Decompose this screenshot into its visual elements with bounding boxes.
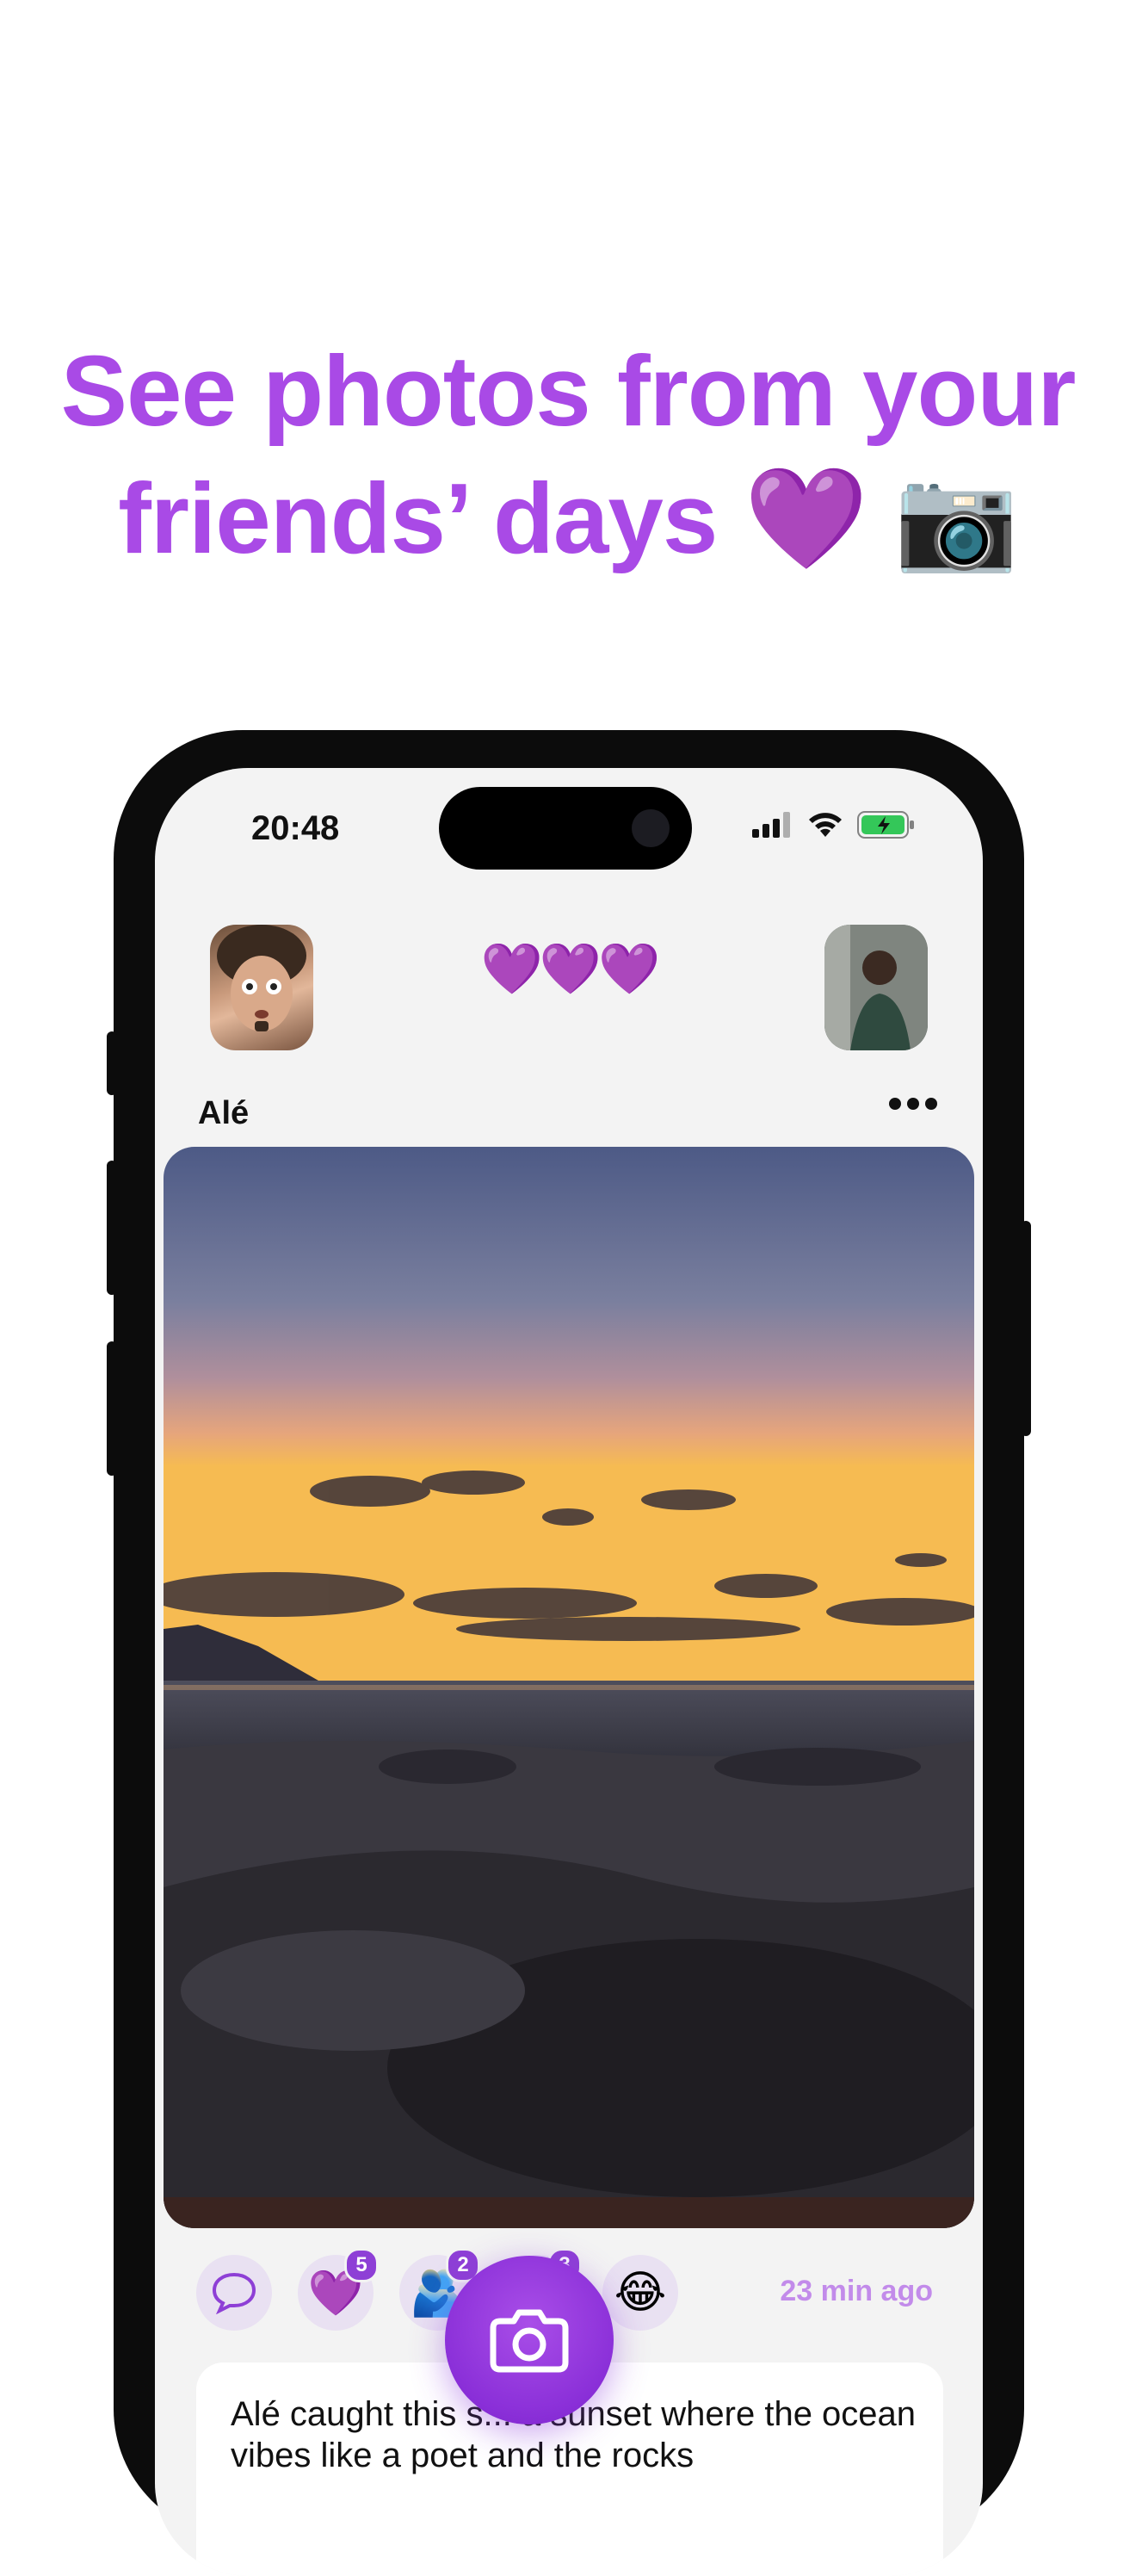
- heart-reaction-button[interactable]: 💜 5: [298, 2248, 379, 2331]
- status-icons: [752, 811, 916, 839]
- phone-volume-up-button: [107, 1161, 117, 1295]
- more-dots-icon: [889, 1098, 937, 1110]
- comment-reaction-button[interactable]: [196, 2255, 272, 2331]
- laugh-reaction-emoji: 😂: [614, 2268, 667, 2318]
- status-time: 20:48: [251, 809, 340, 847]
- headline-line-2-text: friends’ days: [118, 462, 718, 574]
- dynamic-island: [439, 787, 692, 870]
- signal-icon: [752, 812, 790, 838]
- headline-line-2: friends’ days 💜 📷: [0, 455, 1136, 582]
- camera-lens: [632, 809, 670, 847]
- camera-button[interactable]: [445, 2256, 614, 2424]
- speech-bubble-icon: [212, 2272, 256, 2314]
- sunset-photo: [164, 1147, 974, 2228]
- headline: See photos from your friends’ days 💜 📷: [0, 327, 1136, 582]
- camera-icon: [490, 2309, 569, 2373]
- post-time-ago: 23 min ago: [780, 2275, 933, 2307]
- wifi-icon: [809, 813, 842, 837]
- headline-line-1: See photos from your: [60, 335, 1077, 447]
- more-button[interactable]: [886, 1095, 940, 1117]
- phone-power-button: [1021, 1221, 1031, 1436]
- phone-action-button: [107, 1031, 117, 1095]
- battery-charging-icon: [857, 811, 914, 839]
- headline-emojis: 💜 📷: [744, 462, 1019, 574]
- poster-name[interactable]: Alé: [198, 1095, 249, 1132]
- laugh-reaction-button[interactable]: 😂: [602, 2255, 678, 2331]
- friend-avatar[interactable]: [824, 925, 928, 1050]
- heart-reaction-count: 5: [344, 2248, 379, 2282]
- friend-photo: [824, 925, 928, 1050]
- post-photo[interactable]: [164, 1147, 974, 2228]
- phone-volume-down-button: [107, 1341, 117, 1476]
